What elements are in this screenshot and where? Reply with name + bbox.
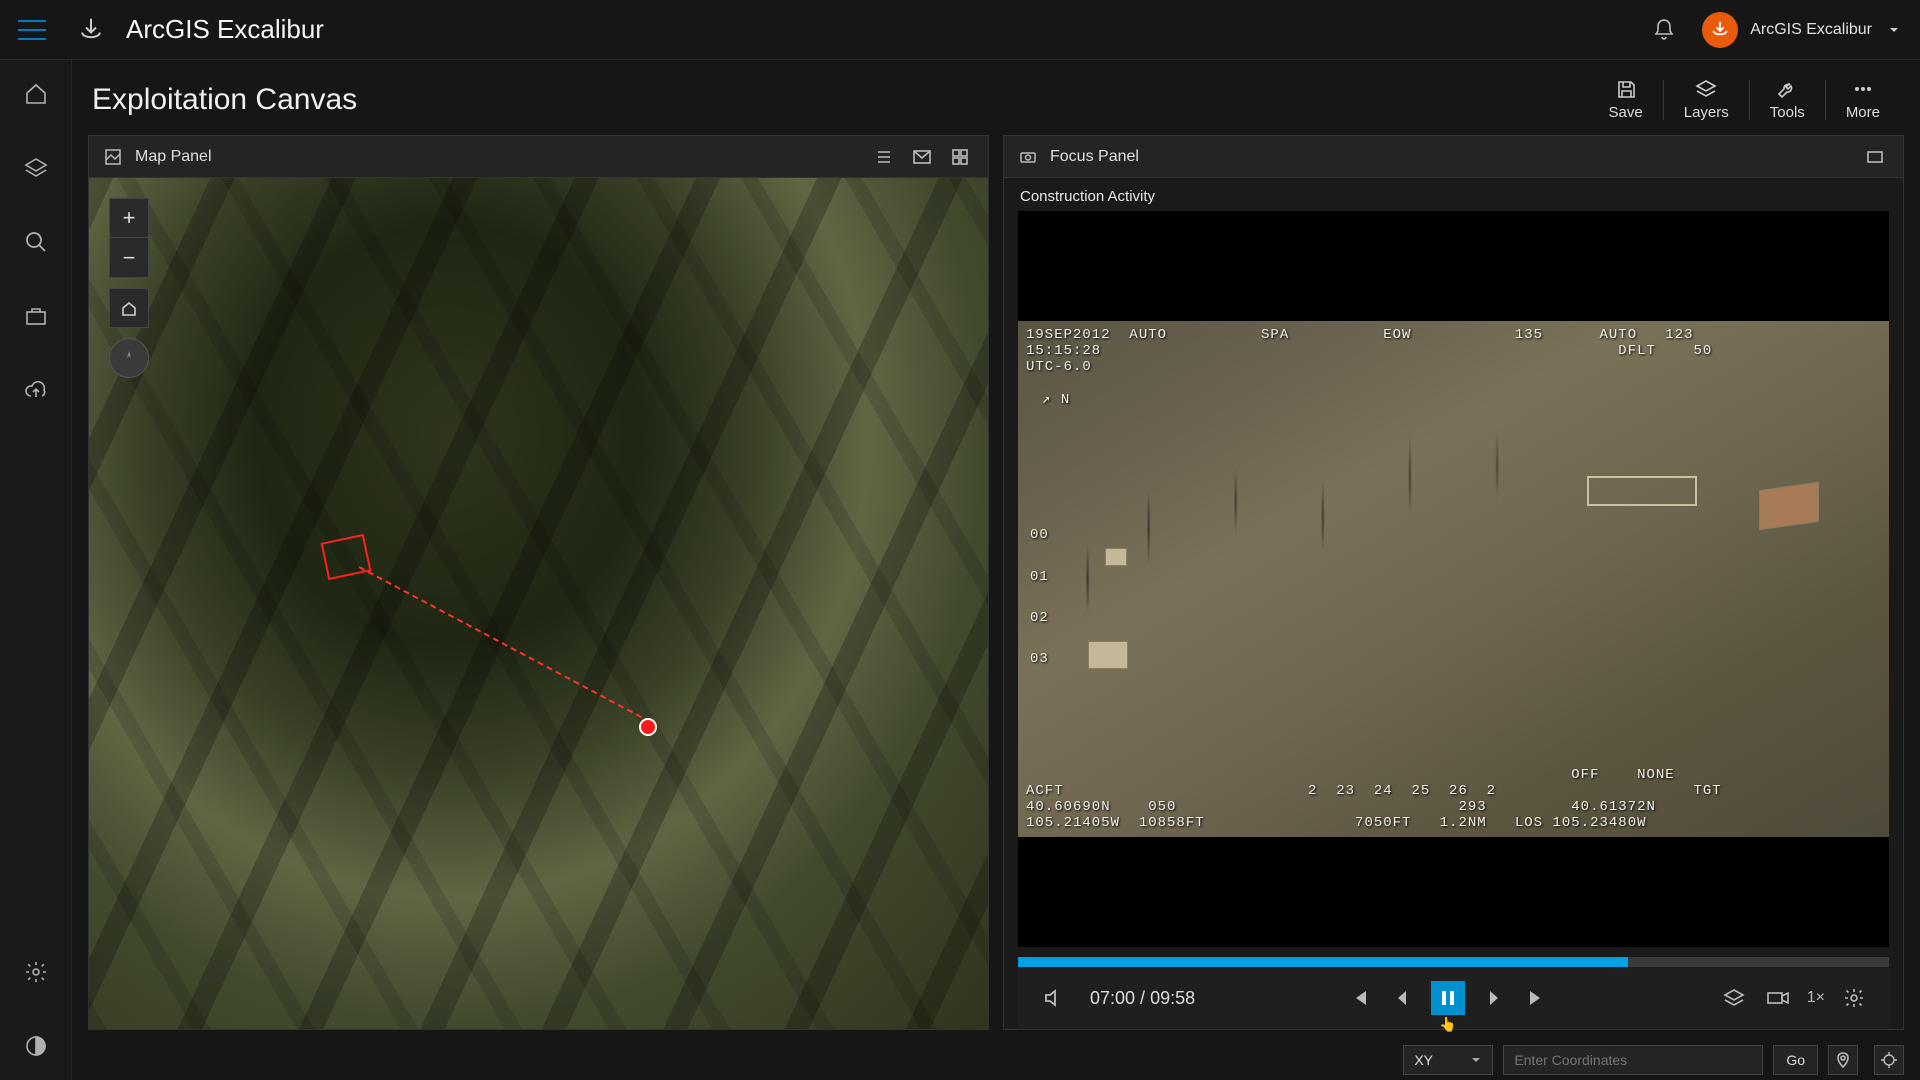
hud-scale-3: 03 xyxy=(1030,651,1049,667)
left-rail xyxy=(0,60,72,1080)
zoom-out-button[interactable]: − xyxy=(109,238,149,278)
search-icon[interactable] xyxy=(22,228,50,256)
map-canvas[interactable]: + − xyxy=(89,178,988,1029)
envelope-icon[interactable] xyxy=(908,143,936,171)
map-panel-title: Map Panel xyxy=(135,148,212,166)
hud-compass: ↗ N xyxy=(1042,391,1070,408)
coord-mode-select[interactable]: XY xyxy=(1403,1045,1493,1075)
video-settings-icon[interactable] xyxy=(1839,983,1869,1013)
hud-scale-0: 00 xyxy=(1030,527,1049,543)
briefcase-icon[interactable] xyxy=(22,302,50,330)
topbar: ArcGIS Excalibur ArcGIS Excalibur xyxy=(0,0,1920,60)
skip-end-button[interactable] xyxy=(1523,983,1553,1013)
grid-icon[interactable] xyxy=(946,143,974,171)
video-viewport[interactable]: 19SEP2012 AUTO SPA EOW 135 AUTO 123 15:1… xyxy=(1018,211,1889,947)
tools-button[interactable]: Tools xyxy=(1750,78,1825,121)
user-menu-chevron-icon[interactable] xyxy=(1886,22,1902,38)
notifications-icon[interactable] xyxy=(1650,16,1678,44)
locate-icon[interactable] xyxy=(1874,1045,1904,1075)
focus-panel-title: Focus Panel xyxy=(1050,148,1139,166)
settings-icon[interactable] xyxy=(22,958,50,986)
video-controls: 07:00 / 09:58 👆 xyxy=(1018,967,1889,1029)
hud-br1: OFF NONE xyxy=(1026,767,1675,783)
pin-icon[interactable] xyxy=(1828,1045,1858,1075)
hud-topline: 19SEP2012 AUTO SPA EOW 135 AUTO 123 xyxy=(1026,327,1694,343)
coordinate-bar: XY Go xyxy=(72,1040,1920,1080)
hud-scale-1: 01 xyxy=(1030,569,1049,585)
focus-panel-icon xyxy=(1018,147,1038,167)
clip-title: Construction Activity xyxy=(1004,178,1903,211)
menu-button[interactable] xyxy=(18,20,46,40)
step-forward-button[interactable] xyxy=(1479,983,1509,1013)
page-title: Exploitation Canvas xyxy=(92,83,357,117)
coord-input[interactable] xyxy=(1503,1045,1763,1075)
app-logo-icon xyxy=(74,13,108,47)
go-button[interactable]: Go xyxy=(1773,1045,1818,1075)
cloud-upload-icon[interactable] xyxy=(22,376,50,404)
save-button[interactable]: Save xyxy=(1589,78,1663,121)
layers-icon[interactable] xyxy=(22,154,50,182)
expand-icon[interactable] xyxy=(1861,143,1889,171)
home-icon[interactable] xyxy=(22,80,50,108)
video-layers-icon[interactable] xyxy=(1719,983,1749,1013)
skip-start-button[interactable] xyxy=(1343,983,1373,1013)
hud-scale-2: 02 xyxy=(1030,610,1049,626)
app-title: ArcGIS Excalibur xyxy=(126,14,324,45)
mute-button[interactable] xyxy=(1038,983,1068,1013)
more-button[interactable]: More xyxy=(1826,78,1900,121)
cursor-icon: 👆 xyxy=(1439,1016,1456,1033)
hud-br3: 40.60690N 050 293 40.61372N xyxy=(1026,799,1656,815)
list-view-icon[interactable] xyxy=(870,143,898,171)
map-panel-icon xyxy=(103,147,123,167)
hud-dflt: DFLT 50 xyxy=(1026,343,1712,359)
video-time: 07:00 / 09:58 xyxy=(1090,988,1195,1009)
camera-icon[interactable] xyxy=(1763,983,1793,1013)
hud-br2: ACFT 2 23 24 25 26 2 TGT xyxy=(1026,783,1722,799)
hud-br4: 105.21405W 10858FT 7050FT 1.2NM LOS 105.… xyxy=(1026,815,1647,831)
map-home-button[interactable] xyxy=(109,288,149,328)
zoom-in-button[interactable]: + xyxy=(109,198,149,238)
avatar[interactable] xyxy=(1702,12,1738,48)
user-label: ArcGIS Excalibur xyxy=(1750,21,1872,39)
target-marker xyxy=(639,718,657,736)
pause-button[interactable]: 👆 xyxy=(1431,981,1465,1015)
contrast-icon[interactable] xyxy=(22,1032,50,1060)
playback-speed[interactable]: 1× xyxy=(1807,989,1825,1007)
video-progress[interactable] xyxy=(1018,957,1889,967)
map-panel: Map Panel + − xyxy=(88,135,989,1030)
hud-utc: UTC-6.0 xyxy=(1026,359,1092,375)
step-back-button[interactable] xyxy=(1387,983,1417,1013)
page-header: Exploitation Canvas Save Layers Tools xyxy=(72,60,1920,135)
layers-button[interactable]: Layers xyxy=(1664,78,1749,121)
compass-button[interactable] xyxy=(109,338,149,378)
focus-panel: Focus Panel Construction Activity xyxy=(1003,135,1904,1030)
